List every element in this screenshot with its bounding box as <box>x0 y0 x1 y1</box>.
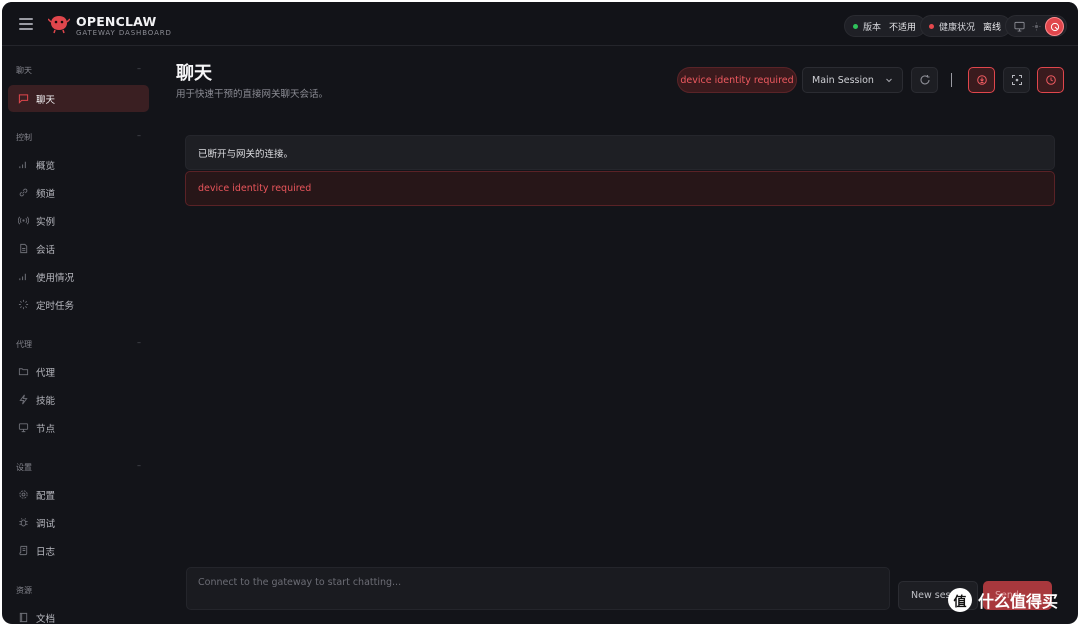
sidebar-group-settings[interactable]: 设置 <box>16 462 32 473</box>
clock-icon <box>1045 75 1056 85</box>
file-text-icon <box>20 243 28 254</box>
focus-icon <box>1011 75 1022 85</box>
chevron-down-icon <box>886 78 892 83</box>
sidebar-item-label: 文档 <box>36 613 56 625</box>
sidebar-item-skills[interactable]: 技能 <box>8 386 149 413</box>
theme-switcher <box>1005 15 1067 37</box>
sidebar-item-label: 概览 <box>36 160 56 172</box>
sidebar-item-label: 使用情况 <box>36 272 75 284</box>
version-status-pill: 版本 不适用 <box>844 15 927 37</box>
sidebar-item-label: 节点 <box>36 423 56 435</box>
error-message: device identity required <box>185 171 1055 206</box>
app-window: OPENCLAW GATEWAY DASHBOARD 版本 不适用 健康状况 离… <box>2 2 1078 624</box>
chat-input-placeholder: Connect to the gateway to start chatting… <box>198 577 402 588</box>
sidebar-item-logs[interactable]: 日志 <box>8 537 149 564</box>
sidebar-item-label: 配置 <box>36 490 56 502</box>
bug-icon <box>19 518 28 527</box>
monitor-icon[interactable] <box>1014 21 1025 32</box>
sidebar-group-resources[interactable]: 资源 <box>16 585 32 596</box>
sidebar-item-label: 实例 <box>36 216 56 228</box>
collapse-icon[interactable]: – <box>137 64 141 73</box>
bar-chart-icon <box>19 161 26 169</box>
sidebar-item-chat[interactable]: 聊天 <box>8 85 149 112</box>
health-status-pill: 健康状况 离线 <box>920 15 1012 37</box>
sidebar-item-label: 技能 <box>36 395 56 407</box>
sidebar-item-channels[interactable]: 频道 <box>8 179 149 206</box>
connection-status-message: 已断开与网关的连接。 <box>185 135 1055 170</box>
menu-toggle-icon[interactable] <box>19 18 33 30</box>
sidebar-item-cron[interactable]: 定时任务 <box>8 291 149 318</box>
sidebar-item-config[interactable]: 配置 <box>8 481 149 508</box>
sidebar-item-docs[interactable]: 文档 <box>8 604 149 624</box>
sidebar-item-label: 日志 <box>36 546 56 558</box>
watermark-logo-glyph: 值 <box>953 594 967 610</box>
history-button[interactable] <box>1037 67 1064 93</box>
status-dot-error <box>929 23 934 29</box>
brand-subtitle: GATEWAY DASHBOARD <box>76 29 172 37</box>
refresh-icon <box>920 75 930 85</box>
sidebar-item-label: 聊天 <box>36 94 56 106</box>
openclaw-logo-icon <box>48 16 70 34</box>
status-dot-ok <box>853 23 858 29</box>
sidebar-item-label: 调试 <box>36 518 56 530</box>
scroll-icon <box>19 545 28 556</box>
focus-mode-button[interactable] <box>1003 67 1030 93</box>
sidebar-item-usage[interactable]: 使用情况 <box>8 263 149 290</box>
zap-icon <box>19 394 28 405</box>
sidebar-item-instances[interactable]: 实例 <box>8 207 149 234</box>
monitor-icon <box>18 423 29 433</box>
sidebar-group-chat[interactable]: 聊天 <box>16 65 32 76</box>
collapse-icon[interactable]: – <box>137 338 141 347</box>
chat-input[interactable]: Connect to the gateway to start chatting… <box>186 567 890 610</box>
watermark-text: 什么值得买 <box>978 592 1059 611</box>
loader-icon <box>18 299 29 310</box>
settings-icon <box>19 490 28 499</box>
page-subtitle: 用于快速干预的直接网关聊天会话。 <box>176 89 329 100</box>
sidebar-item-overview[interactable]: 概览 <box>8 151 149 178</box>
version-label: 版本 <box>863 22 882 33</box>
sidebar-item-label: 频道 <box>36 188 56 200</box>
sidebar-item-label: 代理 <box>36 367 56 379</box>
sidebar-item-label: 定时任务 <box>36 300 75 312</box>
identity-alert-badge: device identity required <box>677 67 797 93</box>
theme-dark-button[interactable] <box>1045 17 1064 36</box>
version-value: 不适用 <box>889 22 917 33</box>
sidebar-group-agents[interactable]: 代理 <box>16 339 32 350</box>
watermark: 值 什么值得买 <box>948 588 1058 612</box>
brand-name: OPENCLAW <box>76 14 157 29</box>
thinking-toggle-button[interactable] <box>968 67 995 93</box>
moon-icon <box>1050 22 1059 31</box>
session-select[interactable]: Main Session <box>802 67 903 93</box>
sidebar-item-agents[interactable]: 代理 <box>8 358 149 385</box>
session-select-value: Main Session <box>812 74 874 86</box>
sidebar: 聊天 – 聊天 控制 – 概览 频道 实例 会话 使用情况 定时任务 代理 – … <box>2 47 158 624</box>
watermark-logo-icon: 值 <box>948 588 972 612</box>
toolbar-divider <box>951 73 952 87</box>
folder-icon <box>18 368 29 376</box>
sidebar-item-nodes[interactable]: 节点 <box>8 414 149 441</box>
health-label: 健康状况 <box>939 22 976 33</box>
sidebar-group-control[interactable]: 控制 <box>16 132 32 143</box>
sun-icon[interactable] <box>1032 22 1041 31</box>
page-title: 聊天 <box>176 63 212 84</box>
message-square-icon <box>18 94 29 104</box>
collapse-icon[interactable]: – <box>137 461 141 470</box>
refresh-button[interactable] <box>911 67 938 93</box>
health-value: 离线 <box>983 22 1002 33</box>
collapse-icon[interactable]: – <box>137 131 141 140</box>
book-icon <box>19 612 28 623</box>
bar-chart-icon <box>19 273 26 281</box>
sidebar-item-debug[interactable]: 调试 <box>8 509 149 536</box>
brain-icon <box>976 75 987 85</box>
top-bar: OPENCLAW GATEWAY DASHBOARD 版本 不适用 健康状况 离… <box>2 2 1078 46</box>
sidebar-item-sessions[interactable]: 会话 <box>8 235 149 262</box>
radio-icon <box>18 216 29 225</box>
sidebar-item-label: 会话 <box>36 244 56 256</box>
link-icon <box>19 188 28 197</box>
